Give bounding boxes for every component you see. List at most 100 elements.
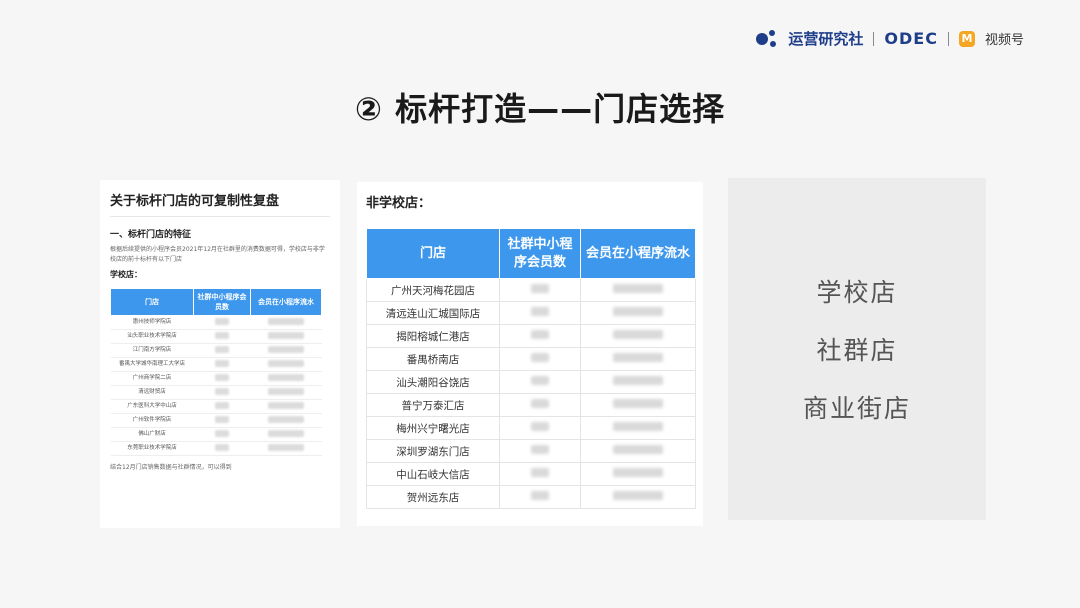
table-header: 会员在小程序流水: [250, 288, 322, 316]
revenue-cell: [580, 485, 696, 509]
redacted-value: [531, 445, 549, 454]
non-school-title: 非学校店：: [366, 196, 432, 211]
store-name-cell: 广州商学院二店: [110, 371, 194, 386]
odec-logo: ODEC: [884, 29, 938, 48]
redacted-value: [531, 491, 549, 500]
store-name-cell: 番禺大学城华南理工大学店: [110, 357, 194, 372]
revenue-cell: [580, 301, 696, 325]
redacted-value: [215, 401, 229, 409]
table-row: 番禺大学城华南理工大学店: [110, 357, 322, 372]
redacted-value: [268, 387, 304, 395]
redacted-value: [531, 399, 549, 408]
revenue-cell: [250, 399, 322, 414]
redacted-value: [268, 345, 304, 353]
table-header: 社群中小程序会员数: [499, 228, 581, 279]
store-name-cell: 江门南方学院店: [110, 343, 194, 358]
member-count-cell: [193, 413, 251, 428]
revenue-cell: [250, 315, 322, 330]
member-count-cell: [499, 347, 581, 371]
redacted-value: [215, 331, 229, 339]
revenue-cell: [250, 427, 322, 442]
store-name-cell: 贺州远东店: [366, 485, 500, 509]
doc-paragraph: 根据后续提供的小程序会员2021年12月在社群里的消费数据可得，学校店与非学校店…: [110, 246, 325, 263]
member-count-cell: [499, 393, 581, 417]
brand-divider: [873, 31, 875, 46]
member-count-cell: [193, 399, 251, 414]
school-store-table: 门店 社群中小程序会员数 会员在小程序流水 惠州技师学院店 汕头职业技术学院店 江门…: [110, 288, 322, 456]
revenue-cell: [250, 343, 322, 358]
revenue-cell: [580, 370, 696, 394]
store-name-cell: 广州天河梅花园店: [366, 278, 500, 302]
revenue-cell: [580, 416, 696, 440]
redacted-value: [268, 359, 304, 367]
redacted-value: [531, 307, 549, 316]
redacted-value: [613, 468, 663, 477]
redacted-value: [215, 443, 229, 451]
revenue-cell: [580, 439, 696, 463]
school-store-document: 关于标杆门店的可复制性复盘 一、标杆门店的特征 根据后续提供的小程序会员2021…: [100, 180, 340, 528]
table-row: 汕头潮阳谷饶店: [366, 370, 696, 394]
store-name-cell: 广州软件学院店: [110, 413, 194, 428]
store-name-cell: 佛山广财店: [110, 427, 194, 442]
member-count-cell: [193, 371, 251, 386]
redacted-value: [215, 415, 229, 423]
redacted-value: [531, 422, 549, 431]
revenue-cell: [250, 329, 322, 344]
non-school-store-table: 门店 社群中小程序会员数 会员在小程序流水 广州天河梅花园店 清远连山汇城国际店揭…: [366, 228, 696, 509]
redacted-value: [531, 330, 549, 339]
store-name-cell: 惠州技师学院店: [110, 315, 194, 330]
store-name-cell: 深圳罗湖东门店: [366, 439, 500, 463]
member-count-cell: [499, 301, 581, 325]
member-count-cell: [499, 278, 581, 302]
member-count-cell: [193, 385, 251, 400]
store-name-cell: 汕头潮阳谷饶店: [366, 370, 500, 394]
redacted-value: [215, 373, 229, 381]
table-row: 番禺桥南店: [366, 347, 696, 371]
redacted-value: [613, 491, 663, 500]
brand-divider-2: [947, 31, 949, 46]
table-row: 普宁万泰汇店: [366, 393, 696, 417]
member-count-cell: [499, 416, 581, 440]
member-count-cell: [499, 462, 581, 486]
member-count-cell: [193, 329, 251, 344]
redacted-value: [531, 376, 549, 385]
redacted-value: [613, 307, 663, 316]
redacted-value: [268, 331, 304, 339]
redacted-value: [268, 373, 304, 381]
revenue-cell: [250, 357, 322, 372]
table-row: 清远连山汇城国际店: [366, 301, 696, 325]
doc-note: 结合12月门店销售数据与社群情况，可以得到: [110, 464, 232, 471]
table-header: 门店: [366, 228, 500, 279]
store-type-item: 学校店: [816, 278, 898, 307]
member-count-cell: [193, 441, 251, 456]
redacted-value: [268, 443, 304, 451]
store-type-card: 学校店 社群店 商业街店: [728, 178, 986, 520]
redacted-value: [613, 445, 663, 454]
store-name-cell: 梅州兴宁曙光店: [366, 416, 500, 440]
redacted-value: [613, 353, 663, 362]
member-count-cell: [193, 343, 251, 358]
revenue-cell: [580, 393, 696, 417]
store-type-item: 商业街店: [802, 394, 911, 423]
table-row: 东莞职业技术学院店: [110, 441, 322, 456]
brand-name: 运营研究社: [788, 30, 864, 48]
redacted-value: [531, 468, 549, 477]
brand-bar: 运营研究社 ODEC M 视频号: [756, 28, 1024, 49]
table-row: 江门南方学院店: [110, 343, 322, 358]
revenue-cell: [250, 371, 322, 386]
member-count-cell: [499, 370, 581, 394]
store-type-item: 社群店: [816, 336, 898, 365]
table-row: 梅州兴宁曙光店: [366, 416, 696, 440]
table-header: 门店: [110, 288, 194, 316]
redacted-value: [613, 399, 663, 408]
brand-logo-icon: [756, 29, 778, 48]
table-row: 广州天河梅花园店: [366, 278, 696, 302]
video-channel-icon: M: [958, 30, 975, 47]
redacted-value: [215, 345, 229, 353]
store-name-cell: 汕头职业技术学院店: [110, 329, 194, 344]
redacted-value: [613, 376, 663, 385]
member-count-cell: [499, 439, 581, 463]
revenue-cell: [250, 413, 322, 428]
redacted-value: [613, 422, 663, 431]
revenue-cell: [250, 385, 322, 400]
